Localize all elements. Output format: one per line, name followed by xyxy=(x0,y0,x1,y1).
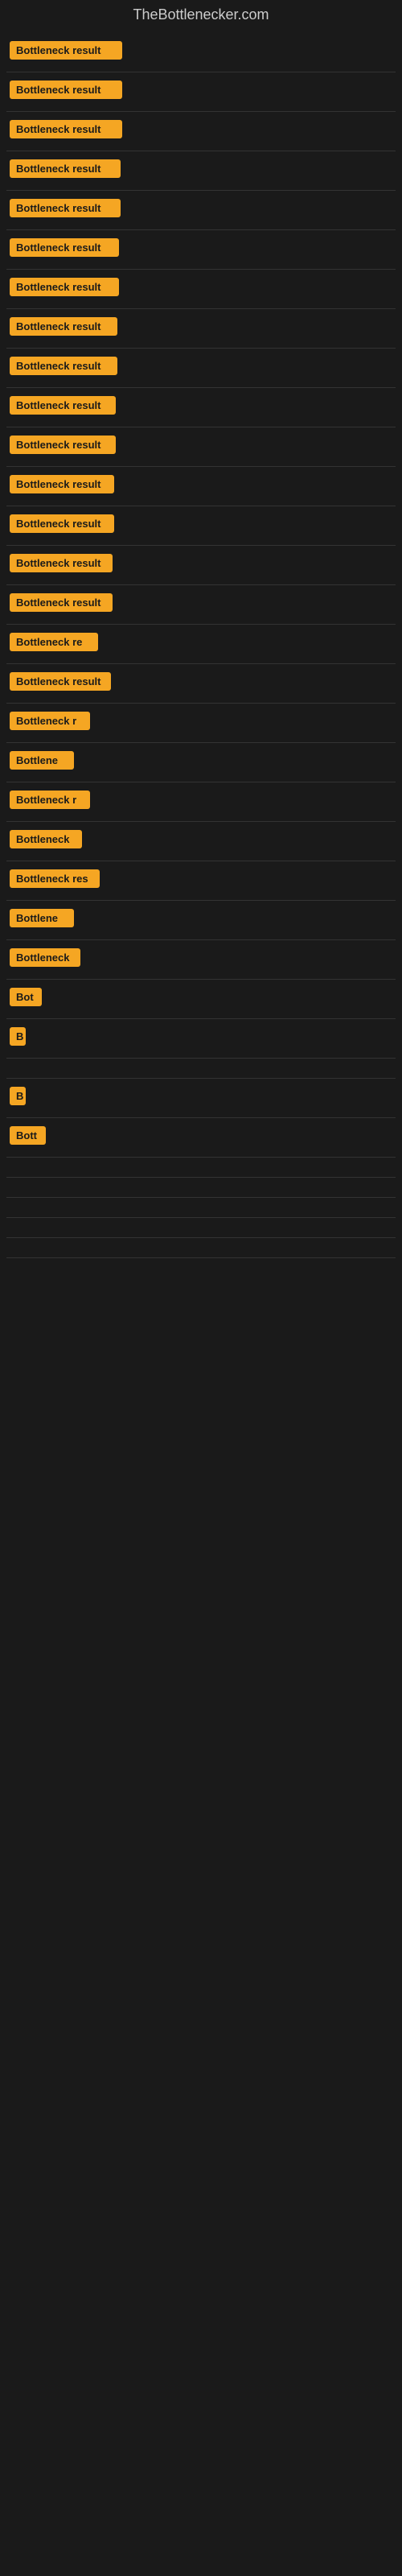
bottleneck-badge: Bott xyxy=(10,1126,46,1145)
list-item: Bottleneck r xyxy=(6,705,396,741)
list-item: Bottleneck xyxy=(6,824,396,859)
bottleneck-badge: Bot xyxy=(10,988,42,1006)
divider xyxy=(6,387,396,388)
divider xyxy=(6,190,396,191)
bottleneck-badge: Bottleneck result xyxy=(10,396,116,415)
list-item: Bottleneck result xyxy=(6,311,396,346)
bottleneck-badge: Bottleneck result xyxy=(10,278,119,296)
divider xyxy=(6,1237,396,1238)
bottleneck-badge: Bottleneck result xyxy=(10,120,122,138)
list-item: Bottlene xyxy=(6,902,396,938)
list-item xyxy=(6,1220,396,1236)
list-item: Bottleneck result xyxy=(6,74,396,109)
divider xyxy=(6,939,396,940)
divider xyxy=(6,466,396,467)
list-item: Bottleneck result xyxy=(6,271,396,307)
list-item xyxy=(6,1159,396,1175)
divider xyxy=(6,1058,396,1059)
divider xyxy=(6,545,396,546)
divider xyxy=(6,111,396,112)
list-item: Bottleneck result xyxy=(6,469,396,504)
bottleneck-badge: Bottleneck result xyxy=(10,475,114,493)
bottleneck-badge: Bottleneck result xyxy=(10,436,116,454)
divider xyxy=(6,900,396,901)
bottleneck-badge: Bottleneck result xyxy=(10,593,113,612)
list-item: Bottleneck result xyxy=(6,192,396,228)
divider xyxy=(6,703,396,704)
bottleneck-badge: Bottleneck r xyxy=(10,712,90,730)
list-item xyxy=(6,1179,396,1195)
list-item: Bottleneck result xyxy=(6,547,396,583)
bottleneck-badge: Bottleneck result xyxy=(10,317,117,336)
list-item: Bottleneck xyxy=(6,942,396,977)
divider xyxy=(6,1078,396,1079)
divider xyxy=(6,979,396,980)
list-item: Bottleneck result xyxy=(6,508,396,543)
divider xyxy=(6,1177,396,1178)
bottleneck-badge: B xyxy=(10,1027,26,1046)
divider xyxy=(6,742,396,743)
list-item: Bottleneck result xyxy=(6,390,396,425)
divider xyxy=(6,821,396,822)
divider xyxy=(6,348,396,349)
list-item xyxy=(6,1199,396,1216)
bottleneck-badge: Bottleneck result xyxy=(10,554,113,572)
list-item: B xyxy=(6,1080,396,1116)
list-item: Bottleneck re xyxy=(6,626,396,662)
bottleneck-badge: Bottlene xyxy=(10,909,74,927)
divider xyxy=(6,1117,396,1118)
bottleneck-badge: Bottleneck result xyxy=(10,199,121,217)
bottleneck-badge: Bottleneck result xyxy=(10,672,111,691)
list-item: Bottleneck result xyxy=(6,666,396,701)
bottleneck-badge: Bottleneck result xyxy=(10,41,122,60)
site-title: TheBottlenecker.com xyxy=(0,0,402,30)
divider xyxy=(6,1197,396,1198)
bottleneck-badge: Bottleneck re xyxy=(10,633,98,651)
site-header: TheBottlenecker.com xyxy=(0,0,402,30)
bottleneck-badge: Bottlene xyxy=(10,751,74,770)
divider xyxy=(6,584,396,585)
list-item: Bottleneck result xyxy=(6,587,396,622)
divider xyxy=(6,624,396,625)
list-item: Bottleneck result xyxy=(6,153,396,188)
divider xyxy=(6,229,396,230)
list-item: Bottlene xyxy=(6,745,396,780)
divider xyxy=(6,1217,396,1218)
list-item: Bottleneck r xyxy=(6,784,396,819)
bottleneck-badge: Bottleneck result xyxy=(10,357,117,375)
divider xyxy=(6,1018,396,1019)
bottleneck-badge: Bottleneck result xyxy=(10,238,119,257)
divider xyxy=(6,663,396,664)
list-item: B xyxy=(6,1021,396,1056)
bottleneck-badge: Bottleneck xyxy=(10,948,80,967)
list-item: Bottleneck result xyxy=(6,350,396,386)
list-item xyxy=(6,1240,396,1256)
list-item: Bottleneck result xyxy=(6,232,396,267)
divider xyxy=(6,1257,396,1258)
list-item: Bottleneck result xyxy=(6,114,396,149)
bottleneck-badge: Bottleneck result xyxy=(10,80,122,99)
divider xyxy=(6,308,396,309)
list-item: Bottleneck result xyxy=(6,429,396,464)
list-item: Bottleneck res xyxy=(6,863,396,898)
list-item xyxy=(6,1060,396,1076)
bottleneck-badge: Bottleneck result xyxy=(10,159,121,178)
bottleneck-badge: Bottleneck result xyxy=(10,514,114,533)
list-item: Bottleneck result xyxy=(6,35,396,70)
list-item: Bott xyxy=(6,1120,396,1155)
bottleneck-badge: Bottleneck xyxy=(10,830,82,848)
items-container: Bottleneck result Bottleneck result Bottle… xyxy=(0,30,402,1263)
bottleneck-badge: Bottleneck r xyxy=(10,791,90,809)
bottleneck-badge: Bottleneck res xyxy=(10,869,100,888)
divider xyxy=(6,1157,396,1158)
list-item: Bot xyxy=(6,981,396,1017)
divider xyxy=(6,269,396,270)
bottleneck-badge: B xyxy=(10,1087,26,1105)
